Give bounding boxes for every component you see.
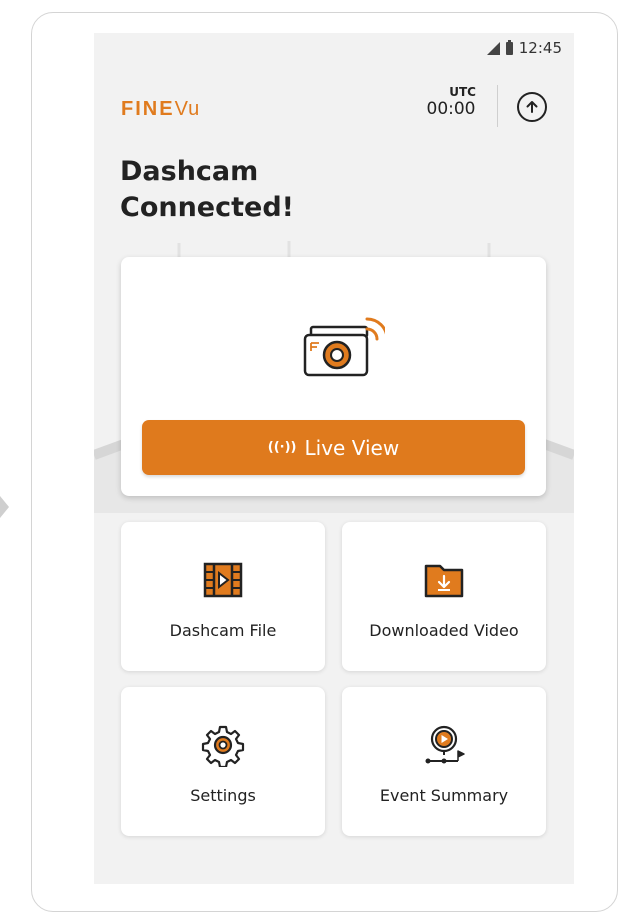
live-view-label: Live View [304,435,400,460]
status-bar: 12:45 [486,39,562,57]
event-summary-label: Event Summary [379,786,509,805]
upload-button[interactable] [517,92,547,122]
status-time: 12:45 [518,39,562,57]
battery-icon [505,39,513,55]
settings-tile[interactable]: Settings [121,687,325,836]
gear-icon [201,725,245,767]
arrow-up-icon [526,101,538,113]
dashcam-live-card: ((·)) Live View [121,257,546,496]
live-view-button[interactable]: ((·)) Live View [142,420,525,475]
broadcast-icon: ((·)) [267,440,297,455]
utc-clock: UTC 00:00 [422,85,480,119]
side-arrow-decoration [0,496,9,518]
event-route-icon [425,725,465,764]
event-summary-tile[interactable]: Event Summary [342,687,546,836]
page-title: Dashcam Connected! [120,154,294,226]
film-icon [203,562,243,598]
utc-label: UTC [449,85,476,99]
downloaded-video-label: Downloaded Video [369,621,519,640]
downloaded-video-tile[interactable]: Downloaded Video [342,522,546,671]
utc-time: 00:00 [426,99,476,119]
dashcam-file-tile[interactable]: Dashcam File [121,522,325,671]
brand-logo: FINEVu [121,96,200,121]
dashcam-wifi-icon [303,317,385,377]
brand-fine: FINE [121,98,175,120]
settings-label: Settings [190,786,256,805]
title-line-1: Dashcam [120,156,259,187]
app-screen: 12:45 FINEVu UTC 00:00 Dashcam Connected… [94,33,574,884]
download-folder-icon [424,564,464,598]
dashcam-file-label: Dashcam File [169,621,277,640]
brand-vu: Vu [174,98,201,120]
signal-icon [486,41,500,55]
header-divider [497,85,498,127]
title-line-2: Connected! [120,192,294,223]
